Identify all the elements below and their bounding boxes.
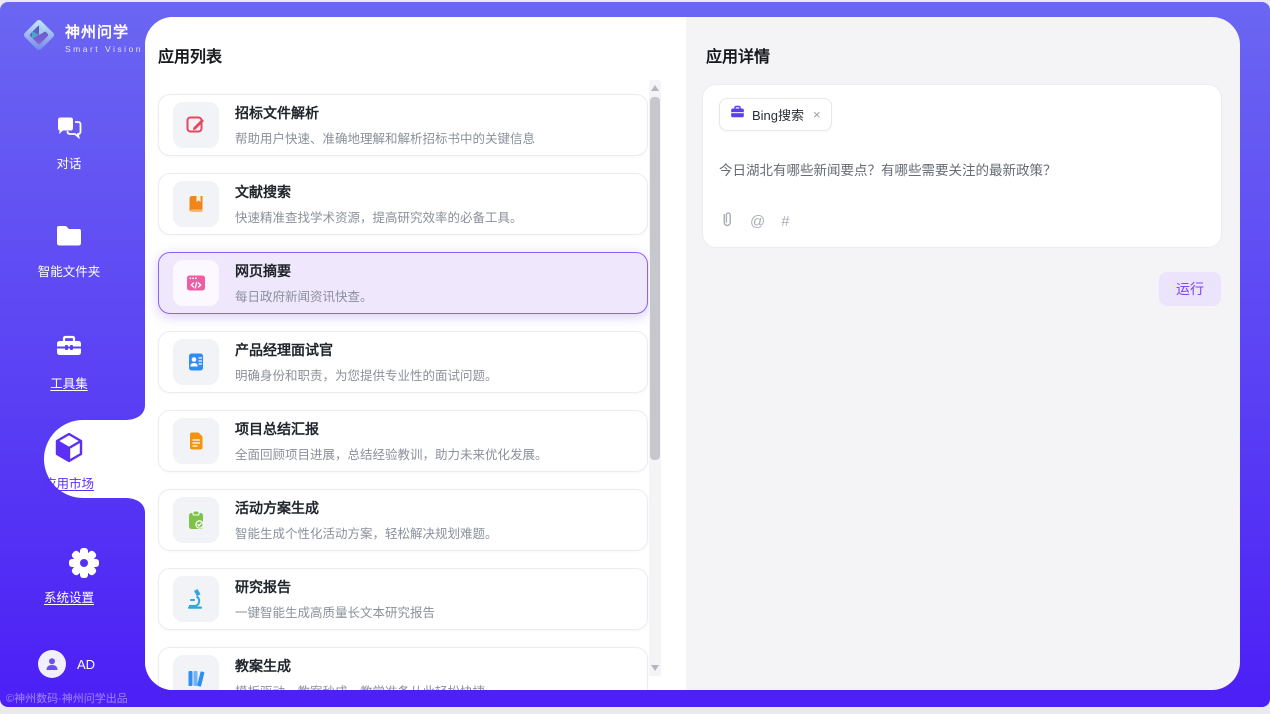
app-card-description: 模板驱动，教案秒成，教学准备从此轻松快捷 — [235, 681, 485, 690]
paperclip-icon[interactable] — [720, 210, 734, 233]
app-card-description: 一键智能生成高质量长文本研究报告 — [235, 602, 435, 621]
app-card[interactable]: 文献搜索快速精准查找学术资源，提高研究效率的必备工具。 — [158, 173, 648, 235]
app-card[interactable]: 教案生成模板驱动，教案秒成，教学准备从此轻松快捷 — [158, 647, 648, 690]
app-card-title: 文献搜索 — [235, 182, 523, 202]
app-card-title: 研究报告 — [235, 577, 435, 597]
sidebar-item-label: 系统设置 — [0, 587, 138, 606]
app-card-description: 帮助用户快速、准确地理解和解析招标书中的关键信息 — [235, 128, 535, 147]
app-card[interactable]: 项目总结汇报全面回顾项目进展，总结经验教训，助力未来优化发展。 — [158, 410, 648, 472]
app-card[interactable]: 招标文件解析帮助用户快速、准确地理解和解析招标书中的关键信息 — [158, 94, 648, 156]
attachment-toolbar: @ # — [720, 210, 790, 233]
hash-icon[interactable]: # — [781, 213, 789, 230]
avatar — [38, 650, 66, 678]
content-area: 应用列表 招标文件解析帮助用户快速、准确地理解和解析招标书中的关键信息文献搜索快… — [145, 17, 1240, 690]
app-card[interactable]: 研究报告一键智能生成高质量长文本研究报告 — [158, 568, 648, 630]
prompt-card: Bing搜索 × 今日湖北有哪些新闻要点？有哪些需要关注的最新政策？ @ # — [702, 84, 1222, 248]
sidebar-item-chat[interactable]: 对话 — [0, 112, 138, 172]
copyright-text: ©神州数码·神州问学出品 — [6, 690, 146, 706]
app-card-title: 招标文件解析 — [235, 103, 535, 123]
sidebar: 神州问学 Smart Vision 对话 智能文件夹 — [0, 2, 145, 707]
book-icon — [173, 181, 219, 227]
sidebar-item-label: 智能文件夹 — [0, 261, 138, 280]
books-icon — [173, 655, 219, 690]
tool-tag-label: Bing搜索 — [752, 105, 804, 124]
app-card-title: 活动方案生成 — [235, 498, 498, 518]
tool-tag-bing-search[interactable]: Bing搜索 × — [719, 98, 832, 131]
doc-edit-icon — [173, 102, 219, 148]
report-doc-icon — [173, 418, 219, 464]
clipboard-check-icon — [173, 497, 219, 543]
app-card-description: 每日政府新闻资讯快查。 — [235, 286, 373, 305]
scrollbar[interactable] — [649, 80, 661, 676]
logo-diamond-icon — [20, 16, 58, 59]
sidebar-item-settings[interactable]: 系统设置 — [0, 546, 138, 606]
browser-code-icon — [173, 260, 219, 306]
sidebar-item-app-market[interactable]: 应用市场 — [0, 430, 138, 492]
sidebar-item-toolset[interactable]: 工具集 — [0, 332, 138, 392]
interview-icon — [173, 339, 219, 385]
sidebar-item-label: 应用市场 — [0, 473, 138, 492]
app-list-panel: 应用列表 招标文件解析帮助用户快速、准确地理解和解析招标书中的关键信息文献搜索快… — [145, 17, 686, 690]
sidebar-item-smart-folder[interactable]: 智能文件夹 — [0, 220, 138, 280]
run-button[interactable]: 运行 — [1159, 272, 1221, 306]
toolbox-icon — [52, 332, 86, 364]
scrollbar-thumb[interactable] — [650, 97, 660, 460]
app-window: 神州问学 Smart Vision 对话 智能文件夹 — [0, 2, 1270, 707]
logo-subtitle: Smart Vision — [65, 44, 143, 54]
user-account[interactable]: AD — [38, 650, 95, 678]
logo-title: 神州问学 — [65, 21, 143, 42]
tag-close-icon[interactable]: × — [813, 107, 821, 122]
app-list-title: 应用列表 — [158, 43, 686, 67]
app-card-list: 招标文件解析帮助用户快速、准确地理解和解析招标书中的关键信息文献搜索快速精准查找… — [158, 94, 648, 690]
app-detail-title: 应用详情 — [706, 43, 1240, 67]
folder-icon — [52, 220, 86, 252]
user-name: AD — [77, 657, 95, 672]
app-card-description: 智能生成个性化活动方案，轻松解决规划难题。 — [235, 523, 498, 542]
app-card[interactable]: 活动方案生成智能生成个性化活动方案，轻松解决规划难题。 — [158, 489, 648, 551]
sidebar-item-label: 对话 — [0, 153, 138, 172]
chat-icon — [53, 112, 85, 144]
app-card[interactable]: 网页摘要每日政府新闻资讯快查。 — [158, 252, 648, 314]
query-text[interactable]: 今日湖北有哪些新闻要点？有哪些需要关注的最新政策？ — [719, 159, 1205, 179]
app-card-title: 产品经理面试官 — [235, 340, 498, 360]
at-icon[interactable]: @ — [750, 213, 765, 230]
microscope-icon — [173, 576, 219, 622]
scroll-up-icon[interactable] — [651, 85, 659, 91]
app-card-description: 明确身份和职责，为您提供专业性的面试问题。 — [235, 365, 498, 384]
app-card-title: 项目总结汇报 — [235, 419, 548, 439]
cube-icon — [52, 430, 86, 462]
app-detail-panel: 应用详情 Bing搜索 × 今日湖北有哪些新闻要点？有哪些需要关注的最新政策？ — [686, 17, 1240, 690]
app-card[interactable]: 产品经理面试官明确身份和职责，为您提供专业性的面试问题。 — [158, 331, 648, 393]
app-card-description: 全面回顾项目进展，总结经验教训，助力未来优化发展。 — [235, 444, 548, 463]
app-card-description: 快速精准查找学术资源，提高研究效率的必备工具。 — [235, 207, 523, 226]
sidebar-item-label: 工具集 — [0, 373, 138, 392]
briefcase-icon — [730, 105, 745, 124]
app-logo: 神州问学 Smart Vision — [20, 16, 143, 59]
app-card-title: 教案生成 — [235, 656, 485, 676]
scroll-down-icon[interactable] — [651, 665, 659, 671]
app-card-title: 网页摘要 — [235, 261, 373, 281]
